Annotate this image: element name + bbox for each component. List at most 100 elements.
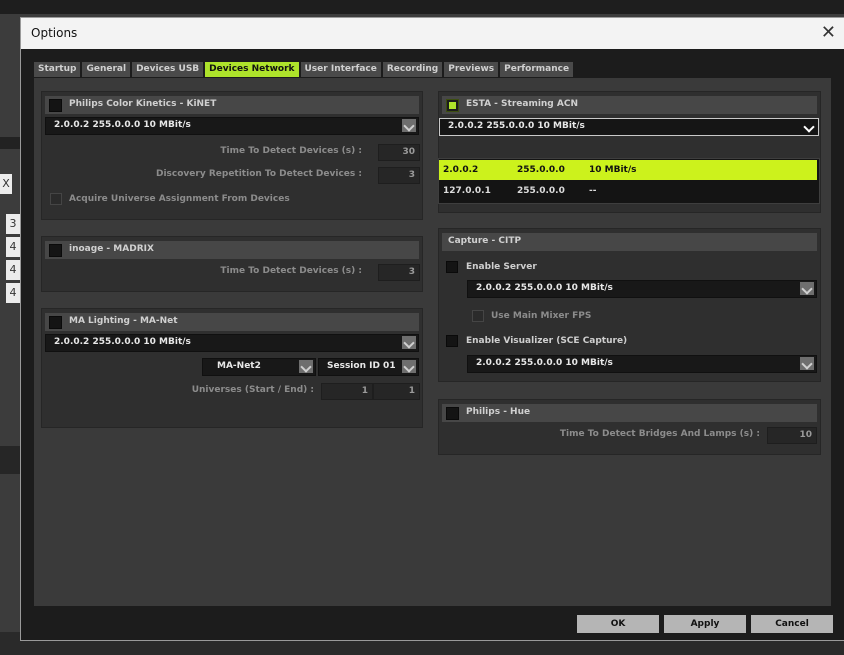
manet-adapter-dropdown[interactable]: 2.0.0.2 255.0.0.0 10 MBit/s xyxy=(45,334,419,352)
madrix-header: inoage - MADRIX xyxy=(45,241,419,259)
hue-header: Philips - Hue xyxy=(442,404,817,422)
sacn-option-mask: 255.0.0.0 xyxy=(517,186,565,196)
madrix-detect-input[interactable]: 3 xyxy=(378,264,420,281)
ok-button[interactable]: OK xyxy=(577,615,659,633)
close-icon[interactable]: ✕ xyxy=(821,22,836,43)
manet-universes-label: Universes (Start / End) : xyxy=(191,385,314,395)
tab-general[interactable]: General xyxy=(82,62,131,77)
citp-mixer-fps-checkbox[interactable] xyxy=(472,310,484,322)
chevron-down-icon[interactable] xyxy=(402,336,416,349)
tab-devices-usb[interactable]: Devices USB xyxy=(132,62,204,77)
tab-recording[interactable]: Recording xyxy=(382,62,443,77)
chevron-down-icon[interactable] xyxy=(402,119,416,132)
chevron-down-icon[interactable] xyxy=(802,120,816,133)
cancel-button[interactable]: Cancel xyxy=(751,615,833,633)
kinet-detect-value: 30 xyxy=(402,147,415,157)
citp-visualizer-adapter-dropdown[interactable]: 2.0.0.2 255.0.0.0 10 MBit/s xyxy=(467,355,817,373)
options-dialog: Options ✕ Startup General Devices USB De… xyxy=(20,17,844,641)
options-tab-bar: Startup General Devices USB Devices Netw… xyxy=(34,62,574,77)
madrix-enable-checkbox[interactable] xyxy=(49,244,62,257)
chevron-down-icon[interactable] xyxy=(402,360,416,373)
manet-title: MA Lighting - MA-Net xyxy=(69,316,178,326)
sacn-option-ip: 127.0.0.1 xyxy=(443,186,491,196)
sacn-adapter-value: 2.0.0.2 255.0.0.0 10 MBit/s xyxy=(448,121,585,131)
kinet-enable-checkbox[interactable] xyxy=(49,99,62,112)
hue-detect-input[interactable]: 10 xyxy=(767,427,817,444)
tab-previews[interactable]: Previews xyxy=(444,62,499,77)
madrix-title: inoage - MADRIX xyxy=(69,244,154,254)
manet-universe-end-value: 1 xyxy=(408,386,415,396)
kinet-header: Philips Color Kinetics - KiNET xyxy=(45,96,419,114)
dialog-title: Options xyxy=(31,26,78,40)
manet-universe-start-value: 1 xyxy=(361,386,368,396)
kinet-acquire-checkbox[interactable] xyxy=(50,193,62,205)
chevron-down-icon[interactable] xyxy=(299,360,313,373)
kinet-adapter-dropdown[interactable]: 2.0.0.2 255.0.0.0 10 MBit/s xyxy=(45,117,419,135)
manet-adapter-value: 2.0.0.2 255.0.0.0 10 MBit/s xyxy=(54,337,191,347)
sacn-option-speed: 10 MBit/s xyxy=(589,165,637,175)
kinet-repetition-label: Discovery Repetition To Detect Devices : xyxy=(156,169,362,179)
manet-panel: MA Lighting - MA-Net 2.0.0.2 255.0.0.0 1… xyxy=(41,308,423,428)
background-cell: 4 xyxy=(6,260,20,280)
manet-universe-start-input[interactable]: 1 xyxy=(321,383,373,400)
chevron-down-icon[interactable] xyxy=(800,357,814,370)
kinet-acquire-label: Acquire Universe Assignment From Devices xyxy=(69,194,290,204)
sacn-adapter-dropdown[interactable]: 2.0.0.2 255.0.0.0 10 MBit/s xyxy=(439,118,819,136)
citp-visualizer-adapter-value: 2.0.0.2 255.0.0.0 10 MBit/s xyxy=(476,358,613,368)
kinet-detect-input[interactable]: 30 xyxy=(378,144,420,161)
tab-devices-network[interactable]: Devices Network xyxy=(205,62,299,77)
background-strip xyxy=(0,137,20,149)
sacn-enable-checkbox[interactable] xyxy=(446,99,459,112)
sacn-header: ESTA - Streaming ACN xyxy=(442,96,817,114)
background-app-top-bar xyxy=(0,0,844,14)
manet-enable-checkbox[interactable] xyxy=(49,316,62,329)
hue-detect-label: Time To Detect Bridges And Lamps (s) : xyxy=(559,429,760,439)
madrix-detect-value: 3 xyxy=(408,267,415,277)
kinet-detect-label: Time To Detect Devices (s) : xyxy=(220,146,362,156)
background-cell: X xyxy=(0,174,12,194)
kinet-adapter-value: 2.0.0.2 255.0.0.0 10 MBit/s xyxy=(54,120,191,130)
sacn-title: ESTA - Streaming ACN xyxy=(466,99,578,109)
citp-server-checkbox[interactable] xyxy=(446,261,458,273)
madrix-panel: inoage - MADRIX Time To Detect Devices (… xyxy=(41,236,423,292)
kinet-repetition-value: 3 xyxy=(408,170,415,180)
tab-performance[interactable]: Performance xyxy=(500,62,574,77)
manet-session-value: Session ID 01 xyxy=(327,361,396,371)
citp-header: Capture - CITP xyxy=(442,233,817,251)
citp-server-label: Enable Server xyxy=(466,262,537,272)
manet-protocol-value: MA-Net2 xyxy=(217,361,261,371)
background-cell: 4 xyxy=(6,237,20,257)
devices-network-page: Philips Color Kinetics - KiNET 2.0.0.2 2… xyxy=(34,78,831,606)
kinet-title: Philips Color Kinetics - KiNET xyxy=(69,99,217,109)
chevron-down-icon[interactable] xyxy=(800,282,814,295)
tab-startup[interactable]: Startup xyxy=(34,62,81,77)
citp-visualizer-label: Enable Visualizer (SCE Capture) xyxy=(466,336,628,346)
citp-server-adapter-dropdown[interactable]: 2.0.0.2 255.0.0.0 10 MBit/s xyxy=(467,280,817,298)
manet-header: MA Lighting - MA-Net xyxy=(45,313,419,331)
citp-mixer-fps-label: Use Main Mixer FPS xyxy=(491,311,592,321)
sacn-option-speed: -- xyxy=(589,186,597,196)
kinet-panel: Philips Color Kinetics - KiNET 2.0.0.2 2… xyxy=(41,91,423,220)
apply-button[interactable]: Apply xyxy=(664,615,746,633)
sacn-adapter-option[interactable]: 127.0.0.1 255.0.0.0 -- xyxy=(439,181,817,201)
background-strip xyxy=(0,446,20,474)
hue-enable-checkbox[interactable] xyxy=(446,407,459,420)
sacn-adapter-dropdown-list: 2.0.0.2 255.0.0.0 10 MBit/s 127.0.0.1 25… xyxy=(438,158,820,204)
citp-panel: Capture - CITP Enable Server 2.0.0.2 255… xyxy=(438,228,821,382)
kinet-repetition-input[interactable]: 3 xyxy=(378,167,420,184)
sacn-adapter-option-selected[interactable]: 2.0.0.2 255.0.0.0 10 MBit/s xyxy=(439,160,817,180)
manet-session-dropdown[interactable]: Session ID 01 xyxy=(318,358,419,376)
hue-title: Philips - Hue xyxy=(466,407,531,417)
manet-universe-end-input[interactable]: 1 xyxy=(373,383,420,400)
hue-panel: Philips - Hue Time To Detect Bridges And… xyxy=(438,399,821,455)
sacn-option-mask: 255.0.0.0 xyxy=(517,165,565,175)
background-cell: 3 xyxy=(6,214,20,234)
tab-user-interface[interactable]: User Interface xyxy=(300,62,381,77)
background-cell: 4 xyxy=(6,283,20,303)
citp-visualizer-checkbox[interactable] xyxy=(446,335,458,347)
dialog-titlebar: Options ✕ xyxy=(21,18,844,49)
manet-protocol-dropdown[interactable]: MA-Net2 xyxy=(202,358,316,376)
madrix-detect-label: Time To Detect Devices (s) : xyxy=(220,266,362,276)
sacn-option-ip: 2.0.0.2 xyxy=(443,165,479,175)
hue-detect-value: 10 xyxy=(799,430,812,440)
